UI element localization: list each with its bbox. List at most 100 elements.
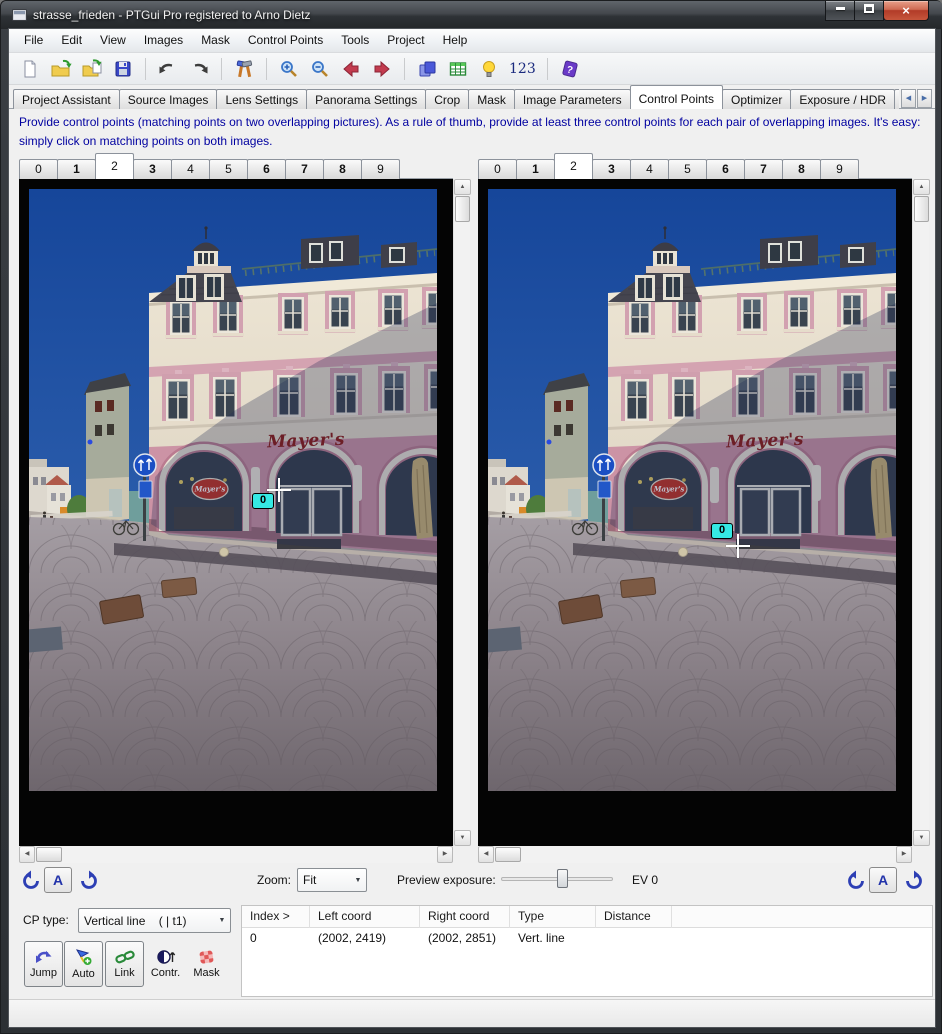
mask-button[interactable]: Mask [187,941,226,987]
menu-item[interactable]: Edit [52,29,91,52]
menu-item[interactable]: View [91,29,135,52]
zoom-out-icon[interactable] [307,56,333,82]
image-tab[interactable]: 4 [630,159,669,179]
redo-icon[interactable] [186,56,212,82]
new-project-icon[interactable] [17,56,43,82]
tab[interactable]: Lens Settings [216,89,307,109]
rotate-ccw-icon[interactable] [20,869,42,893]
column-header[interactable]: Right coord [420,906,510,928]
mask-icon [198,949,216,965]
column-header[interactable]: Type [510,906,596,928]
left-vertical-scrollbar[interactable]: ▲ ▼ [453,179,470,846]
tools-icon[interactable] [231,56,257,82]
control-point-crosshair[interactable] [726,534,750,558]
tab[interactable]: Exposure / HDR [790,89,895,109]
control-point-crosshair[interactable] [267,478,291,502]
toolbar: 123 ? [9,53,935,85]
menu-item[interactable]: Project [378,29,433,52]
tabs-scroll-left-icon[interactable]: ◀ [901,89,916,108]
image-tab[interactable]: 9 [361,159,400,179]
undo-icon[interactable] [155,56,181,82]
tab[interactable]: Mask [468,89,515,109]
zoom-in-icon[interactable] [276,56,302,82]
cell-distance [596,928,672,948]
image-tab[interactable]: 5 [209,159,248,179]
left-image-canvas[interactable]: 0 [19,179,453,846]
zoom-select[interactable]: Fit ▼ [297,868,367,892]
main-tabstrip: Project AssistantSource ImagesLens Setti… [9,85,935,109]
tab[interactable]: Optimizer [722,89,791,109]
tab[interactable]: Project Assistant [13,89,120,109]
auto-cp-button[interactable]: Auto [64,941,103,987]
tab[interactable]: Crop [425,89,469,109]
assistant-bulb-icon[interactable] [476,56,502,82]
image-tab[interactable]: 4 [171,159,210,179]
left-auto-button[interactable]: A [44,867,72,893]
table-row[interactable]: 0 (2002, 2419) (2002, 2851) Vert. line [242,928,932,948]
image-tab[interactable]: 6 [706,159,745,179]
maximize-button[interactable] [854,1,884,21]
image-tab[interactable]: 1 [57,159,96,179]
image-tab[interactable]: 5 [668,159,707,179]
toolbar-separator [221,58,222,80]
column-header[interactable]: Index > [242,906,310,928]
right-horizontal-scrollbar[interactable]: ◀ ▶ [478,846,912,863]
import-images-icon[interactable] [79,56,105,82]
numbers-icon[interactable]: 123 [507,61,538,77]
column-header[interactable]: Left coord [310,906,420,928]
next-pair-icon[interactable] [369,56,395,82]
save-project-icon[interactable] [110,56,136,82]
close-button[interactable]: × [883,1,929,21]
image-tab[interactable]: 6 [247,159,286,179]
jump-button[interactable]: Jump [24,941,63,987]
preview-exposure-label: Preview exposure: [397,873,496,887]
rotate-cw-icon[interactable] [903,869,925,893]
image-tab[interactable]: 7 [744,159,783,179]
left-horizontal-scrollbar[interactable]: ◀ ▶ [19,846,453,863]
cp-type-select[interactable]: Vertical line ( | t1) ▼ [78,908,231,933]
rotate-cw-icon[interactable] [78,869,100,893]
ev-value: EV 0 [632,873,658,887]
cell-left-coord: (2002, 2419) [310,928,420,948]
tab[interactable]: Image Parameters [514,89,631,109]
menu-item[interactable]: Images [135,29,192,52]
open-project-icon[interactable] [48,56,74,82]
right-auto-button[interactable]: A [869,867,897,893]
image-tab[interactable]: 9 [820,159,859,179]
right-vertical-scrollbar[interactable]: ▲ ▼ [912,179,929,846]
menu-item[interactable]: File [15,29,52,52]
contrast-button[interactable]: Contr. [146,941,185,987]
menu-item[interactable]: Control Points [239,29,332,52]
exposure-slider-thumb[interactable] [557,869,568,888]
minimize-icon [836,7,845,10]
column-header[interactable]: Distance [596,906,672,928]
rotate-ccw-icon[interactable] [845,869,867,893]
menu-item[interactable]: Tools [332,29,378,52]
image-tab[interactable]: 8 [782,159,821,179]
control-point-table[interactable]: Index > Left coord Right coord Type Dist… [241,905,933,997]
link-button[interactable]: Link [105,941,144,987]
image-tab[interactable]: 2 [554,153,593,179]
toolbar-separator [404,58,405,80]
image-tab[interactable]: 3 [592,159,631,179]
tab[interactable]: Control Points [630,85,723,109]
image-tab[interactable]: 2 [95,153,134,179]
image-tab[interactable]: 0 [478,159,517,179]
previous-pair-icon[interactable] [338,56,364,82]
detail-windows-icon[interactable] [414,56,440,82]
image-tab[interactable]: 7 [285,159,324,179]
tabs-scroll-right-icon[interactable]: ▶ [917,89,932,108]
minimize-button[interactable] [825,1,855,21]
cp-table-icon[interactable] [445,56,471,82]
tab[interactable]: Project Se [894,89,899,109]
image-tab[interactable]: 3 [133,159,172,179]
image-tab[interactable]: 1 [516,159,555,179]
help-book-icon[interactable]: ? [557,56,583,82]
tab[interactable]: Source Images [119,89,218,109]
tab[interactable]: Panorama Settings [306,89,426,109]
menu-item[interactable]: Help [434,29,477,52]
right-image-canvas[interactable]: 0 [478,179,912,846]
image-tab[interactable]: 8 [323,159,362,179]
menu-item[interactable]: Mask [192,29,239,52]
image-tab[interactable]: 0 [19,159,58,179]
